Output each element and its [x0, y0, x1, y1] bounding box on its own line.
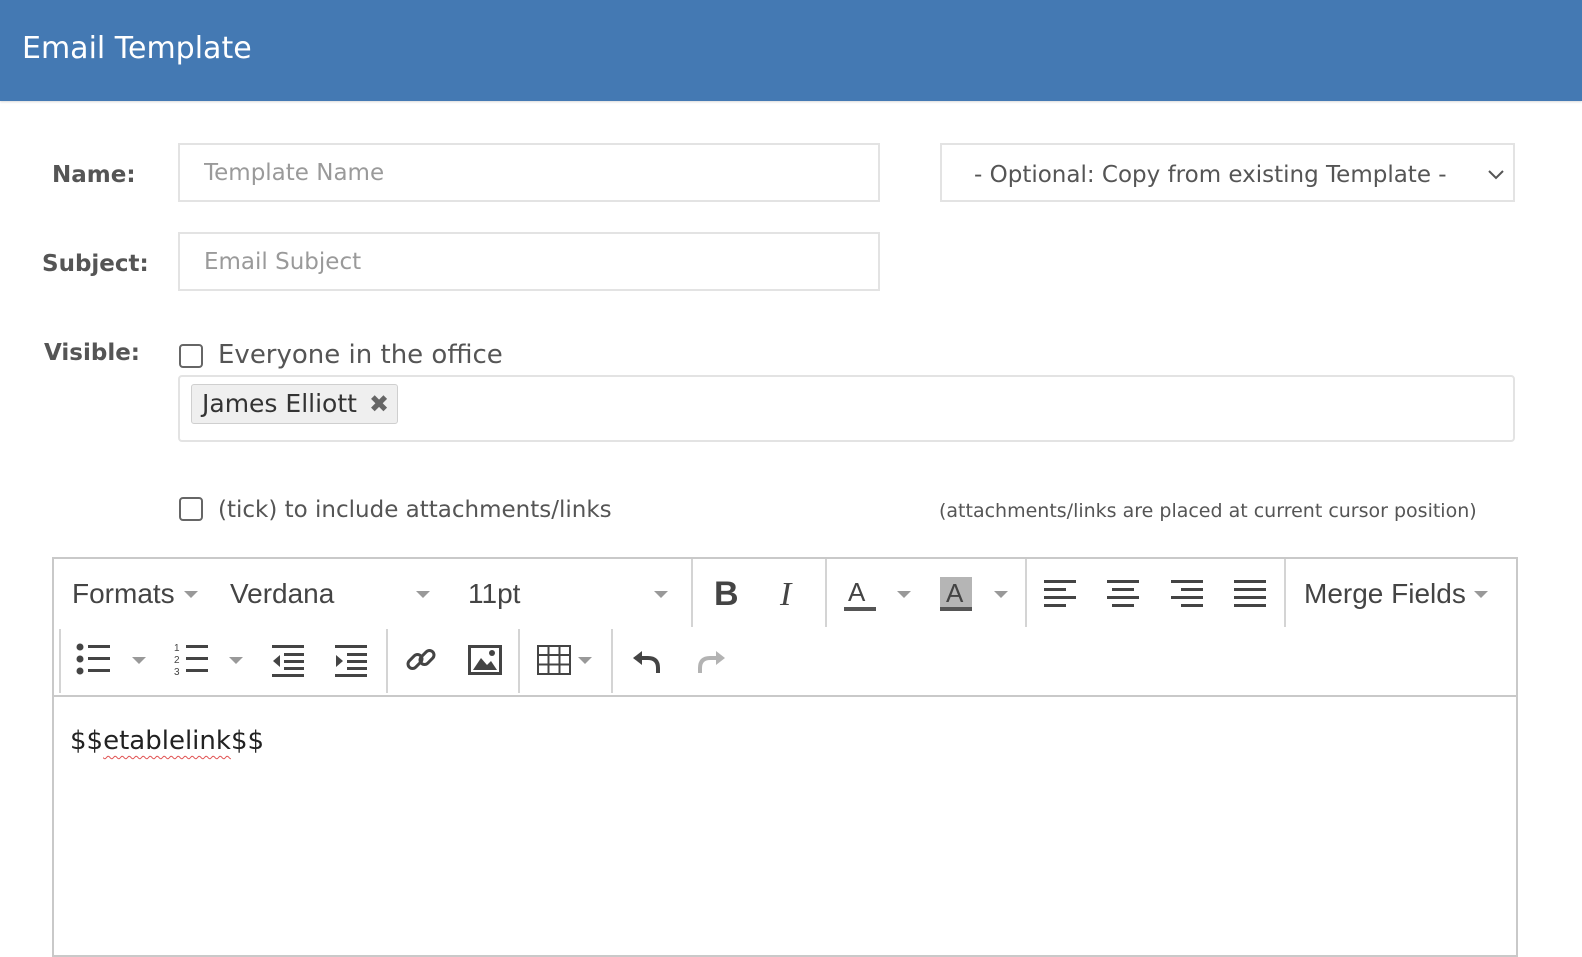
outdent-icon[interactable] — [272, 645, 306, 677]
everyone-checkbox-label[interactable]: Everyone in the office — [218, 340, 503, 370]
align-left-icon[interactable] — [1044, 579, 1078, 609]
bold-icon[interactable]: B — [710, 575, 742, 611]
italic-icon[interactable]: I — [774, 575, 806, 611]
caret-down-icon — [184, 591, 198, 598]
caret-down-icon[interactable] — [132, 657, 146, 664]
template-name-input[interactable] — [178, 143, 880, 202]
font-size-value: 11pt — [468, 578, 521, 609]
align-right-icon[interactable] — [1171, 579, 1205, 609]
indent-icon[interactable] — [335, 645, 369, 677]
link-icon[interactable] — [404, 643, 438, 677]
caret-down-icon — [416, 591, 430, 598]
toolbar-separator — [59, 629, 61, 693]
caret-down-icon[interactable] — [578, 657, 592, 664]
rich-text-editor: Formats Verdana 11pt B I A A Merge Field… — [52, 557, 1518, 957]
content-word: etablelink — [103, 726, 231, 756]
email-subject-input[interactable] — [178, 232, 880, 291]
svg-text:1: 1 — [174, 643, 180, 654]
caret-down-icon — [654, 591, 668, 598]
content-suffix: $$ — [230, 726, 265, 756]
toolbar-separator — [1025, 559, 1027, 627]
merge-fields-label: Merge Fields — [1304, 578, 1466, 609]
visible-users-input[interactable]: James Elliott ✖ — [178, 375, 1515, 442]
remove-tag-icon[interactable]: ✖ — [369, 391, 389, 417]
undo-icon[interactable] — [630, 643, 664, 677]
editor-content[interactable]: $$etablelink$$ — [70, 724, 264, 758]
text-color-icon[interactable]: A — [842, 575, 878, 615]
chevron-down-icon — [1488, 170, 1504, 180]
svg-text:B: B — [714, 575, 739, 611]
subject-label: Subject: — [42, 251, 149, 277]
toolbar-separator — [611, 629, 613, 693]
attachments-checkbox[interactable] — [179, 497, 203, 521]
visible-label: Visible: — [44, 340, 140, 366]
formats-dropdown[interactable]: Formats — [72, 577, 198, 611]
user-tag-label: James Elliott — [202, 389, 357, 418]
svg-text:A: A — [946, 578, 964, 608]
redo-icon[interactable] — [694, 643, 728, 677]
caret-down-icon[interactable] — [897, 591, 911, 598]
align-justify-icon[interactable] — [1234, 579, 1268, 609]
toolbar-separator — [1284, 559, 1286, 627]
editor-toolbar: Formats Verdana 11pt B I A A Merge Field… — [54, 559, 1516, 697]
numbered-list-icon[interactable]: 1 2 3 — [174, 641, 210, 677]
image-icon[interactable] — [468, 645, 502, 675]
background-color-icon[interactable]: A — [938, 575, 974, 615]
modal-header: Email Template — [0, 0, 1582, 101]
attachments-hint: (attachments/links are placed at current… — [939, 500, 1477, 522]
user-tag: James Elliott ✖ — [191, 384, 399, 424]
font-family-dropdown[interactable]: Verdana — [230, 577, 435, 613]
copy-template-select-value: - Optional: Copy from existing Template … — [974, 162, 1447, 188]
toolbar-separator — [518, 629, 520, 693]
toolbar-separator — [825, 559, 827, 627]
align-center-icon[interactable] — [1107, 579, 1141, 609]
svg-text:3: 3 — [174, 667, 180, 677]
font-family-value: Verdana — [230, 578, 335, 609]
bullet-list-icon[interactable] — [76, 643, 112, 677]
caret-down-icon[interactable] — [229, 657, 243, 664]
svg-text:I: I — [779, 576, 793, 611]
copy-template-select[interactable]: - Optional: Copy from existing Template … — [940, 143, 1515, 202]
content-prefix: $$ — [70, 726, 104, 756]
formats-label: Formats — [72, 578, 175, 609]
caret-down-icon[interactable] — [994, 591, 1008, 598]
toolbar-separator — [691, 559, 693, 627]
svg-text:A: A — [848, 577, 866, 607]
font-size-dropdown[interactable]: 11pt — [468, 577, 673, 613]
everyone-checkbox[interactable] — [179, 344, 203, 368]
modal-title: Email Template — [22, 31, 252, 66]
attachments-checkbox-label[interactable]: (tick) to include attachments/links — [218, 495, 612, 525]
toolbar-separator — [386, 629, 388, 693]
caret-down-icon — [1474, 591, 1488, 598]
merge-fields-dropdown[interactable]: Merge Fields — [1304, 577, 1488, 611]
name-label: Name: — [52, 162, 136, 188]
table-icon[interactable] — [537, 645, 571, 675]
svg-text:2: 2 — [174, 655, 180, 666]
